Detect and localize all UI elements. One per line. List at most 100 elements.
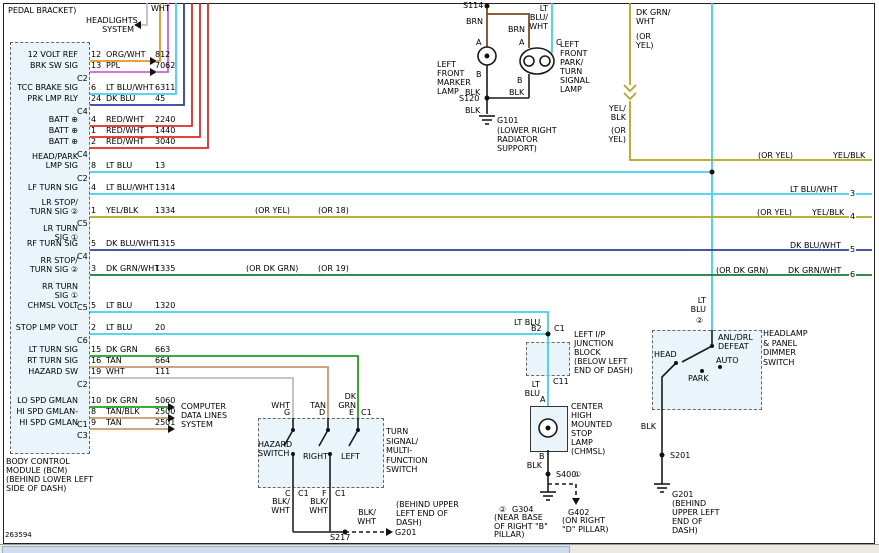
blk-label-lower: BLK	[465, 106, 480, 115]
wire-pin: 13	[91, 61, 101, 70]
wire-circuit: 2501	[155, 418, 175, 427]
park-turn-pin-b: B	[517, 76, 523, 85]
or-yel-top-label: (OR YEL)	[636, 32, 654, 50]
tss-pin-g: G	[284, 408, 290, 417]
wht-wire-label: WHT	[151, 4, 170, 13]
splice-s201-label: S201	[670, 451, 690, 460]
wire-color: DK BLU	[106, 94, 135, 103]
scrollbar-thumb[interactable]	[2, 546, 570, 553]
wire-circuit: 1440	[155, 126, 175, 135]
wire-color: RED/WHT	[106, 126, 144, 135]
wire-circuit: 3040	[155, 137, 175, 146]
edge-wire-number: 4	[849, 212, 856, 221]
wire-note: (OR 19)	[318, 264, 349, 273]
bcm-signal: LF TURN SIG	[6, 183, 78, 192]
tss-pin-d: D	[319, 408, 325, 417]
bcm-caption: BODY CONTROL MODULE (BCM) (BEHIND LOWER …	[6, 457, 93, 493]
wire-circuit: 1315	[155, 239, 175, 248]
wire-circuit: 664	[155, 356, 170, 365]
marker-pin-a: A	[476, 38, 481, 47]
wire-circuit: 111	[155, 367, 170, 376]
bcm-signal: LT TURN SIG	[6, 345, 78, 354]
bcm-connector: C2	[77, 174, 88, 183]
wire-circuit: 13	[155, 161, 165, 170]
bcm-connector: C2	[77, 380, 88, 389]
edge-wire-number: 6	[849, 270, 856, 279]
chmsl-caption: CENTER HIGH MOUNTED STOP LAMP (CHMSL)	[571, 402, 612, 456]
wire-pin: 9	[91, 418, 96, 427]
bcm-connector: C3	[77, 431, 88, 440]
wire-color: TAN/BLK	[106, 407, 140, 416]
dimmer-auto-label: AUTO	[716, 356, 739, 365]
bcm-signal: BATT ⊕	[6, 115, 78, 124]
tss-hazard-label: HAZARD SWITCH	[258, 440, 292, 458]
dimmer-head-label: HEAD	[654, 350, 677, 359]
tss-conn-c1-top: C1	[361, 408, 372, 417]
bcm-signal: STOP LMP VOLT	[6, 323, 78, 332]
bcm-signal: LR STOP/ TURN SIG ②	[6, 198, 78, 216]
bcm-signal: 12 VOLT REF	[6, 50, 78, 59]
wire-color: ORG/WHT	[106, 50, 146, 59]
wire-pin: 1	[91, 126, 96, 135]
tss-blkwht-splice: BLK/ WHT	[356, 508, 376, 526]
bcm-connector: C4	[77, 107, 88, 116]
chmsl-pin-b: B	[539, 452, 545, 461]
wire-pin: 6	[91, 83, 96, 92]
dimmer-wire-in-label: LT BLU	[686, 296, 706, 314]
jb-conn-c11: C11	[553, 377, 569, 386]
edge-wire-label: DK GRN/WHT	[788, 266, 841, 275]
wire-pin: 5	[91, 239, 96, 248]
wire-pin: 4	[91, 115, 96, 124]
edge-wire-label: (OR DK GRN)	[716, 266, 768, 275]
edge-wire-label: YEL/BLK	[812, 208, 844, 217]
doc-number: 263594	[5, 531, 32, 540]
lamp-symbols	[478, 47, 557, 437]
wire-circuit: 663	[155, 345, 170, 354]
wire-circuit: 2240	[155, 115, 175, 124]
wire-color: RED/WHT	[106, 137, 144, 146]
splice-s120-label: S120	[459, 94, 479, 103]
wire-circuit: 7062	[155, 61, 175, 70]
wire-color: TAN	[106, 356, 122, 365]
bcm-signal: CHMSL VOLT	[6, 301, 78, 310]
wire-pin: 4	[91, 183, 96, 192]
ground-g101-label: G101	[497, 116, 518, 125]
park-turn-blk-label: BLK	[509, 88, 524, 97]
bcm-connector: C5	[77, 303, 88, 312]
bcm-signal: HEAD/PARK LMP SIG	[6, 152, 78, 170]
wire-circuit: 5060	[155, 396, 175, 405]
wire-pin: 19	[91, 367, 101, 376]
tss-blkwht-right: BLK/ WHT	[308, 497, 328, 515]
wire-pin: 24	[91, 94, 101, 103]
brn-label-right: BRN	[508, 25, 525, 34]
dimmer-park-label: PARK	[688, 374, 709, 383]
park-turn-pin-a: A	[519, 38, 524, 47]
wire-color: DK GRN	[106, 345, 138, 354]
horizontal-scrollbar[interactable]	[0, 544, 879, 553]
splice-s114-label: S114	[463, 1, 483, 10]
bcm-connector: C1	[77, 420, 88, 429]
wire-pin: 8	[91, 407, 96, 416]
dk-grn-wht-top-label: DK GRN/ WHT	[636, 8, 670, 26]
note-1: ①	[574, 470, 581, 479]
edge-wire-label: (OR YEL)	[758, 151, 793, 160]
jb-wire-out-label: LT BLU	[516, 380, 540, 398]
tss-conn-c1-br: C1	[335, 489, 346, 498]
bcm-signal: HAZARD SW	[6, 367, 78, 376]
wire-note: (OR DK GRN)	[246, 264, 298, 273]
bcm-connector: C4	[77, 252, 88, 261]
edge-wire-number: 5	[849, 245, 856, 254]
bcm-signal: TCC BRAKE SIG	[6, 83, 78, 92]
bcm-connector: C4	[77, 150, 88, 159]
wire-color: LT BLU/WHT	[106, 183, 154, 192]
edge-wire-label: LT BLU/WHT	[790, 185, 838, 194]
bcm-signal: RF TURN SIG	[6, 239, 78, 248]
ground-g201-location: (BEHIND UPPER LEFT END OF DASH)	[672, 499, 720, 535]
wire-circuit: 45	[155, 94, 165, 103]
lt-blu-wht-top-label: LT BLU/ WHT	[528, 4, 548, 31]
bcm-connector: C6	[77, 336, 88, 345]
park-turn-caption: LEFT FRONT PARK/ TURN SIGNAL LAMP	[560, 40, 590, 94]
bcm-connector: C5	[77, 219, 88, 228]
wire-pin: 2	[91, 323, 96, 332]
tss-blkwht-left: BLK/ WHT	[270, 497, 290, 515]
